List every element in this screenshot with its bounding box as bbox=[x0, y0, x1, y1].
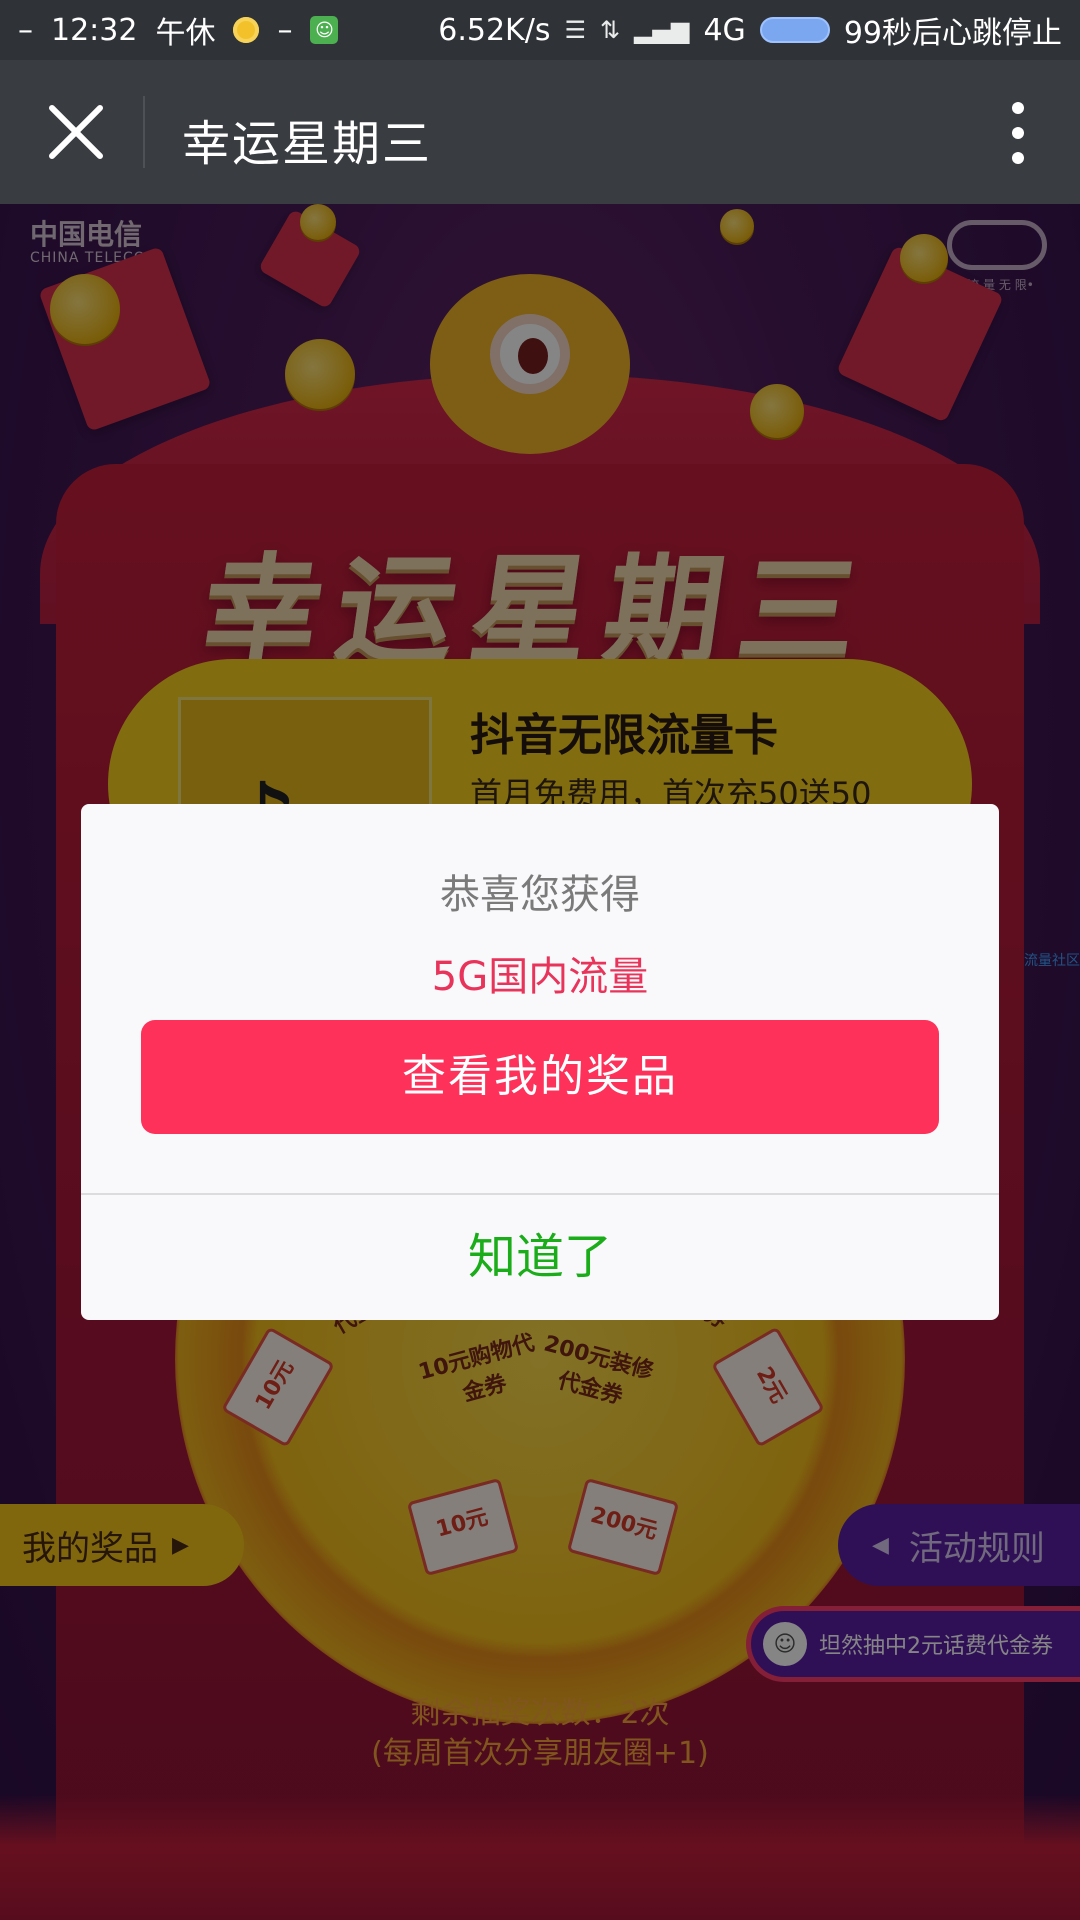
page-title: 幸运星期三 bbox=[182, 116, 433, 172]
status-bar: – 12:32 午休 – ☺ 6.52K/s ☰ ⇅ ▂▄▆ 4G 99秒后心跳… bbox=[0, 0, 1080, 60]
more-menu-icon[interactable] bbox=[1008, 102, 1028, 164]
status-label: 午休 bbox=[155, 16, 216, 51]
updown-arrow-icon: ⇅ bbox=[599, 16, 621, 44]
title-divider bbox=[143, 96, 145, 168]
prize-name: 5G国内流量 bbox=[431, 954, 649, 1000]
data-icon: ☰ bbox=[564, 16, 586, 44]
status-dash-2: – bbox=[277, 12, 293, 48]
sunflower-icon bbox=[233, 17, 260, 43]
got-it-button[interactable]: 知道了 bbox=[81, 1195, 999, 1320]
signal-icon: ▂▄▆ bbox=[634, 16, 690, 44]
app-notification-icon: ☺ bbox=[310, 16, 339, 44]
prize-dialog: 恭喜您获得 5G国内流量 查看我的奖品 知道了 bbox=[81, 804, 999, 1320]
net-speed: 6.52K/s bbox=[438, 12, 551, 48]
close-icon[interactable] bbox=[44, 100, 108, 164]
dialog-title: 恭喜您获得 bbox=[440, 872, 640, 918]
network-type: 4G bbox=[703, 12, 746, 48]
title-bar: 幸运星期三 bbox=[0, 60, 1080, 204]
status-time: 12:32 bbox=[51, 12, 138, 48]
battery-icon bbox=[759, 17, 830, 43]
status-dash: – bbox=[18, 12, 33, 48]
status-notice: 99秒后心跳停止 bbox=[843, 16, 1062, 51]
view-my-prizes-button[interactable]: 查看我的奖品 bbox=[141, 1020, 939, 1134]
